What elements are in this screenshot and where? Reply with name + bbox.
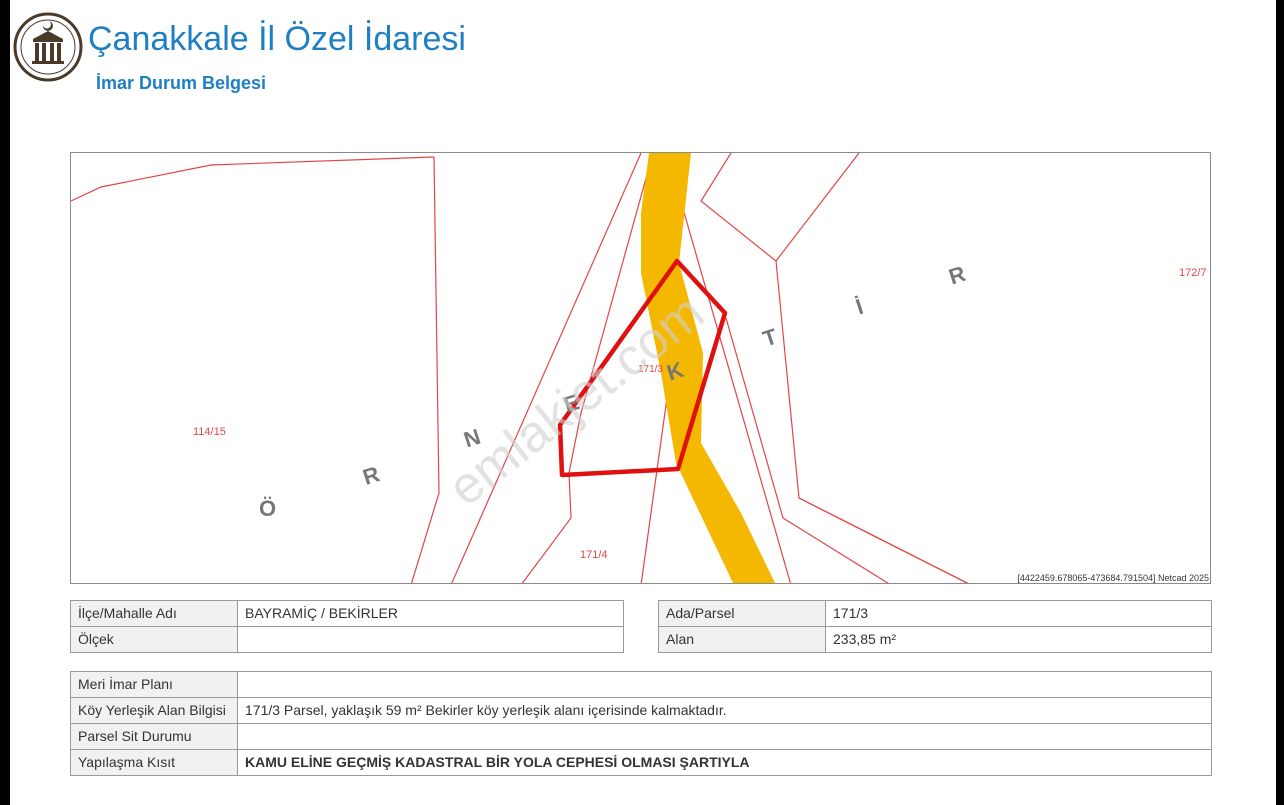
table-row: Yapılaşma Kısıt KAMU ELİNE GEÇMİŞ KADAST… bbox=[70, 749, 1212, 776]
row-label: Alan bbox=[658, 626, 826, 653]
row-label: İlçe/Mahalle Adı bbox=[70, 600, 238, 627]
row-value: 171/3 bbox=[825, 600, 1212, 627]
table-row: Meri İmar Planı bbox=[70, 671, 1212, 698]
table-row: Köy Yerleşik Alan Bilgisi 171/3 Parsel, … bbox=[70, 697, 1212, 724]
table-row: Ada/Parsel 171/3 bbox=[658, 600, 1212, 627]
table-row: Ölçek bbox=[70, 626, 624, 653]
row-value: 171/3 Parsel, yaklaşık 59 m² Bekirler kö… bbox=[237, 697, 1212, 724]
zoning-map[interactable]: 114/15 171/3 171/4 172/7 Ö R N E K T İ R… bbox=[70, 152, 1211, 584]
table-row: Parsel Sit Durumu bbox=[70, 723, 1212, 750]
street-letter: R bbox=[946, 261, 969, 290]
parcel-label: 114/15 bbox=[193, 426, 226, 438]
location-table: İlçe/Mahalle Adı BAYRAMİÇ / BEKİRLER Ölç… bbox=[70, 600, 624, 653]
row-value bbox=[237, 671, 1212, 698]
street-letter: İ bbox=[853, 294, 867, 320]
institution-logo bbox=[13, 5, 83, 83]
row-value: 233,85 m² bbox=[825, 626, 1212, 653]
row-value bbox=[237, 723, 1212, 750]
document-page: Çanakkale İl Özel İdaresi İmar Durum Bel… bbox=[10, 0, 1276, 805]
row-label: Ölçek bbox=[70, 626, 238, 653]
map-coordinates: [4422459.678065-473684.791504] Netcad 20… bbox=[1017, 573, 1209, 583]
row-label: Ada/Parsel bbox=[658, 600, 826, 627]
street-letter: R bbox=[360, 461, 383, 490]
zoning-details-table: Meri İmar Planı Köy Yerleşik Alan Bilgis… bbox=[70, 671, 1212, 776]
row-label: Yapılaşma Kısıt bbox=[70, 749, 238, 776]
table-row: İlçe/Mahalle Adı BAYRAMİÇ / BEKİRLER bbox=[70, 600, 624, 627]
street-letter: T bbox=[760, 323, 781, 351]
parcel-table: Ada/Parsel 171/3 Alan 233,85 m² bbox=[658, 600, 1212, 653]
table-row: Alan 233,85 m² bbox=[658, 626, 1212, 653]
row-value: BAYRAMİÇ / BEKİRLER bbox=[237, 600, 624, 627]
page-subtitle: İmar Durum Belgesi bbox=[96, 73, 267, 93]
row-label: Meri İmar Planı bbox=[70, 671, 238, 698]
row-label: Parsel Sit Durumu bbox=[70, 723, 238, 750]
page-title: Çanakkale İl Özel İdaresi bbox=[88, 20, 466, 58]
parcel-label: 171/4 bbox=[580, 549, 608, 561]
row-value bbox=[237, 626, 624, 653]
row-label: Köy Yerleşik Alan Bilgisi bbox=[70, 697, 238, 724]
parcel-label: 172/7 bbox=[1179, 267, 1207, 279]
street-letter: Ö bbox=[259, 496, 276, 521]
row-value: KAMU ELİNE GEÇMİŞ KADASTRAL BİR YOLA CEP… bbox=[237, 749, 1212, 776]
